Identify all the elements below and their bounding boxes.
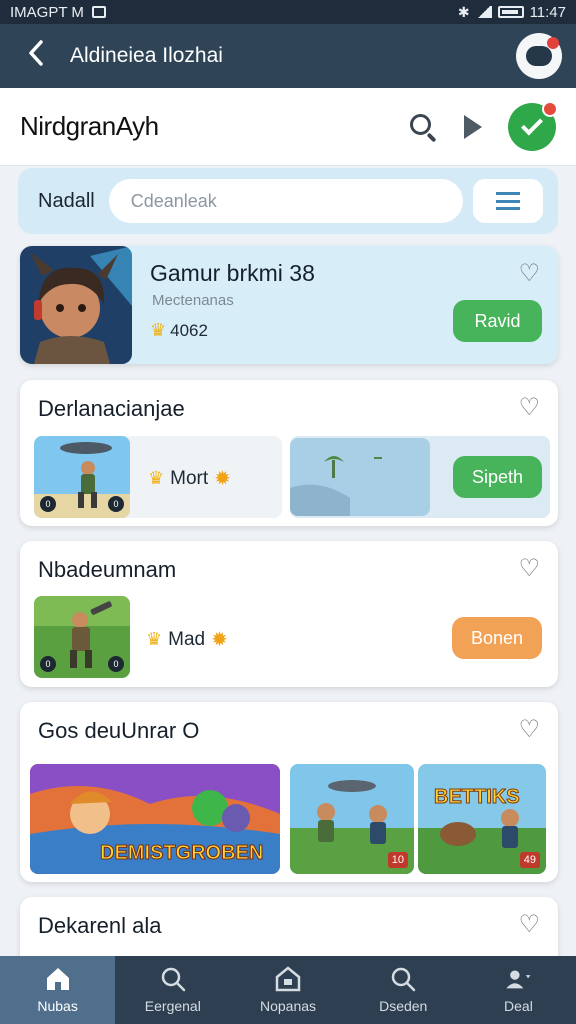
battery-icon	[497, 6, 524, 18]
status-bar: IMAGPT M ✱ 11:47	[0, 0, 576, 24]
card-title: Derlanacianjae	[38, 396, 185, 421]
nav-label: Dseden	[379, 998, 428, 1014]
card-badge: 0	[40, 656, 56, 672]
sun-icon: ✹	[211, 629, 228, 651]
notification-icon	[91, 6, 106, 18]
heart-icon[interactable]: ♡	[518, 262, 540, 286]
notification-dot	[547, 37, 559, 49]
store-icon	[274, 966, 302, 992]
rating-value: 4062	[170, 320, 208, 340]
nav-label: Nubas	[37, 998, 78, 1014]
heart-icon[interactable]: ♡	[518, 396, 540, 420]
heart-icon[interactable]: ♡	[518, 718, 540, 742]
card-info-text: Mad	[168, 628, 206, 650]
card-preview-image	[290, 438, 430, 516]
home-icon	[44, 966, 72, 992]
card-thumbnail: 0 0	[34, 596, 130, 678]
profile-icon	[504, 966, 532, 992]
nav-item-profile[interactable]: Deal	[461, 956, 576, 1024]
avatar[interactable]	[516, 33, 562, 79]
featured-thumbnail	[20, 246, 132, 364]
card-info: ♛ Mad ✹	[146, 627, 228, 652]
app-bar: Aldineiea Ilozhai	[0, 24, 576, 88]
game-card[interactable]: Derlanacianjae ♡ 0 0 ♛ Mort ✹ Sipeth	[20, 380, 558, 526]
tile-badge: 10	[387, 852, 408, 868]
search-row: Nadall	[18, 168, 558, 234]
search-input[interactable]	[108, 179, 463, 223]
status-time: 11:47	[529, 3, 566, 21]
tile-badge: 49	[519, 852, 540, 868]
search-icon	[159, 966, 187, 992]
search-icon	[389, 966, 417, 992]
card-title: Nbadeumnam	[38, 557, 177, 582]
card-badge-secondary: 0	[108, 656, 124, 672]
nav-item-discover[interactable]: Dseden	[346, 956, 461, 1024]
crown-icon: ♛	[146, 629, 163, 649]
nav-label: Eergenal	[144, 998, 201, 1014]
tile-caption: BETTIKS	[434, 786, 521, 809]
app-bar-title: Aldineiea Ilozhai	[70, 44, 223, 67]
back-icon[interactable]	[18, 39, 54, 73]
bottom-nav: Nubas Eergenal Nopanas Dseden Deal	[0, 956, 576, 1024]
nav-item-store[interactable]: Nopanas	[230, 956, 345, 1024]
play-icon[interactable]	[464, 114, 482, 139]
filter-button[interactable]	[472, 179, 543, 223]
heart-icon[interactable]: ♡	[518, 557, 540, 581]
card-info-text: Mort	[170, 467, 209, 489]
search-icon[interactable]	[408, 112, 438, 142]
check-circle-icon[interactable]	[508, 100, 558, 151]
game-tile[interactable]: BETTIKS 49	[418, 764, 546, 874]
nav-label: Deal	[504, 998, 533, 1014]
sun-icon: ✹	[214, 468, 231, 490]
game-card[interactable]: Nbadeumnam ♡ 0 0 ♛ Mad ✹ Bonen	[20, 541, 558, 687]
featured-rating: ♛ 4062	[150, 320, 208, 341]
card-badge: 0	[40, 496, 56, 512]
card-action-button[interactable]: Sipeth	[453, 456, 542, 498]
avatar-icon	[526, 46, 552, 66]
tile-caption: DEMISTGROBEN	[99, 842, 264, 865]
crown-icon: ♛	[148, 468, 165, 488]
brand-title: NirdgranAyh	[20, 111, 159, 141]
nav-item-search[interactable]: Eergenal	[115, 956, 230, 1024]
card-thumbnail: 0 0	[34, 436, 130, 518]
featured-card[interactable]: Gamur brkmi 38 Mectenanas ♛ 4062 ♡ Ravid	[20, 246, 558, 364]
featured-action-button[interactable]: Ravid	[453, 300, 542, 342]
game-tile[interactable]: DEMISTGROBEN	[30, 764, 280, 874]
featured-title: Gamur brkmi 38	[150, 260, 315, 286]
bluetooth-icon: ✱	[457, 3, 470, 20]
featured-subtitle: Mectenanas	[152, 292, 234, 309]
card-info: ♛ Mort ✹	[148, 466, 231, 491]
heart-icon[interactable]: ♡	[518, 913, 540, 937]
crown-icon: ♛	[150, 320, 167, 340]
game-tile[interactable]: 10	[290, 764, 414, 874]
status-left-text: IMAGPT M	[10, 3, 84, 21]
card-action-button[interactable]: Bonen	[452, 617, 542, 659]
nav-item-home[interactable]: Nubas	[0, 956, 116, 1024]
signal-icon	[475, 6, 492, 18]
header: NirdgranAyh	[0, 88, 576, 166]
game-card[interactable]: Gos deuUnrar O ♡ DEMISTGROBEN 10 BETTIKS…	[20, 702, 558, 882]
card-badge-secondary: 0	[108, 496, 124, 512]
search-label: Nadall	[38, 189, 95, 212]
filter-icon	[495, 192, 520, 210]
card-title: Dekarenl ala	[38, 913, 162, 938]
card-title: Gos deuUnrar O	[38, 718, 200, 743]
nav-label: Nopanas	[259, 998, 317, 1014]
